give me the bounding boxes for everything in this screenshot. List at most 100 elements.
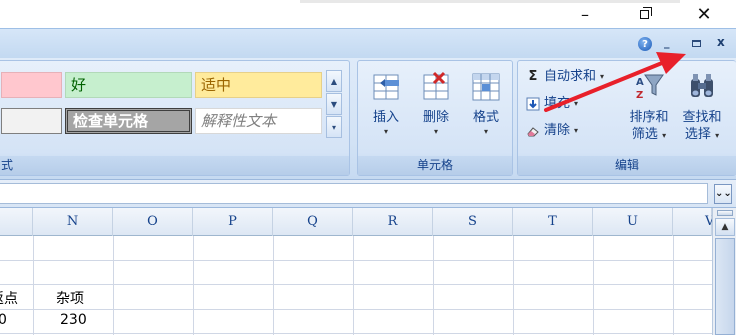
column-header-P[interactable]: P [193,208,273,236]
fill-label: 填充 [544,96,571,111]
fill-button[interactable]: 填充 ▾ [526,94,578,114]
sort-filter-icon: A Z [633,71,665,103]
style-normal[interactable] [1,108,62,134]
delete-dropdown-arrow: ▾ [433,127,438,136]
sort-filter-label-2: 筛选 ▾ [631,127,667,142]
eraser-icon [526,124,540,138]
row-gridline [0,260,712,261]
clear-dropdown-arrow: ▾ [574,126,579,135]
find-select-label-1: 查找和 [682,110,722,125]
fill-dropdown-arrow: ▾ [574,99,579,108]
clear-label: 清除 [544,123,571,138]
insert-label: 插入 [372,110,399,125]
delete-label: 删除 [422,110,449,125]
workbook-close-button[interactable]: x [717,35,725,49]
window-titlebar: – ✕ [0,0,736,28]
app-frame-bar: ? _ x [0,28,736,58]
fill-down-icon [526,97,540,111]
format-button[interactable]: 格式 ▾ [462,67,510,153]
column-header-N[interactable]: N [33,208,113,236]
svg-text:A: A [636,77,644,88]
scroll-thumb[interactable] [715,238,735,335]
format-dropdown-arrow: ▾ [483,127,488,136]
clear-button[interactable]: 清除 ▾ [526,121,578,141]
column-gridline [433,236,434,335]
find-select-label-2-text: 选择 [684,127,711,142]
binoculars-icon [686,71,718,103]
styles-group-label: 式 [0,156,349,175]
window-restore-button[interactable] [625,2,665,26]
column-gridline [593,236,594,335]
style-bad[interactable] [1,72,62,98]
cells-group-label: 单元格 [358,156,512,175]
column-gridline [673,236,674,335]
sort-filter-label-2-text: 筛选 [631,127,658,142]
column-header-row: N O P Q R S T U V [0,208,712,236]
formula-input[interactable] [0,183,708,204]
editing-group: Σ 自动求和 ▾ 填充 ▾ 清除 ▾ A Z 排序和 筛选 ▾ 查找和 选择 ▾… [517,60,736,176]
column-header-R[interactable]: R [353,208,433,236]
column-gridline [353,236,354,335]
find-select-button[interactable]: 查找和 选择 ▾ [674,67,730,153]
column-gridline [33,236,34,335]
column-gridline [273,236,274,335]
insert-dropdown-arrow: ▾ [383,127,388,136]
gallery-up-button[interactable]: ▲ [326,70,342,92]
autosum-dropdown-arrow: ▾ [600,72,605,81]
cell-M3[interactable]: 返点 [0,288,18,308]
workbook-minimize-button[interactable]: _ [664,37,674,49]
cell-N4[interactable]: 230 [60,312,87,328]
column-gridline [513,236,514,335]
column-header-U[interactable]: U [593,208,673,236]
column-gridline [193,236,194,335]
cell-M4[interactable]: 0 [0,312,7,328]
autosum-label: 自动求和 [544,69,597,84]
style-good[interactable]: 好 [65,72,192,98]
ribbon: 好 适中 检查单元格 解释性文本 ▲ ▼ ▾ 式 插入 ▾ 删除 ▾ 格式 ▾ … [0,58,736,180]
sort-filter-button[interactable]: A Z 排序和 筛选 ▾ [622,67,676,153]
format-cells-icon [470,71,502,103]
gallery-more-button[interactable]: ▾ [326,116,342,138]
sort-filter-label-1: 排序和 [629,110,669,125]
browser-tab-edge [300,0,680,3]
worksheet-grid[interactable]: N O P Q R S T U V 返点 杂项 0 230 [0,208,712,335]
sigma-icon: Σ [528,69,538,84]
autosum-button[interactable]: Σ 自动求和 ▾ [526,67,604,87]
scroll-up-button[interactable]: ▲ [715,218,735,236]
styles-group: 好 适中 检查单元格 解释性文本 ▲ ▼ ▾ 式 [0,60,350,176]
cells-group: 插入 ▾ 删除 ▾ 格式 ▾ 单元格 [357,60,513,176]
insert-button[interactable]: 插入 ▾ [362,67,410,153]
window-close-button[interactable]: ✕ [684,2,724,26]
column-header-T[interactable]: T [513,208,593,236]
window-minimize-button[interactable]: – [565,2,605,26]
editing-group-label: 编辑 [518,156,736,175]
split-handle[interactable] [717,210,733,216]
column-header-Q[interactable]: Q [273,208,353,236]
column-header-V[interactable]: V [673,208,712,236]
formula-bar: ⌄⌄ [0,180,736,208]
workbook-restore-button[interactable] [692,40,701,47]
row-gridline [0,333,712,334]
gallery-down-button[interactable]: ▼ [326,93,342,115]
svg-text:Z: Z [636,90,643,101]
find-select-label-2: 选择 ▾ [684,127,720,142]
column-header-O[interactable]: O [113,208,193,236]
style-explanatory-text[interactable]: 解释性文本 [195,108,322,134]
insert-cells-icon [370,71,402,103]
format-label: 格式 [472,110,499,125]
delete-button[interactable]: 删除 ▾ [412,67,460,153]
formula-bar-expand-button[interactable]: ⌄⌄ [714,184,732,204]
column-header-S[interactable]: S [433,208,513,236]
style-neutral[interactable]: 适中 [195,72,322,98]
help-icon[interactable]: ? [638,37,652,51]
row-gridline [0,284,712,285]
vertical-scrollbar[interactable]: ▲ [712,208,736,335]
cell-N3[interactable]: 杂项 [56,288,84,308]
column-gridline [113,236,114,335]
restore-icon [640,10,649,19]
row-gridline [0,309,712,310]
style-check-cell[interactable]: 检查单元格 [65,108,192,134]
column-header-M[interactable] [0,208,33,236]
styles-gallery-scroll: ▲ ▼ ▾ [326,70,342,138]
delete-cells-icon [420,71,452,103]
